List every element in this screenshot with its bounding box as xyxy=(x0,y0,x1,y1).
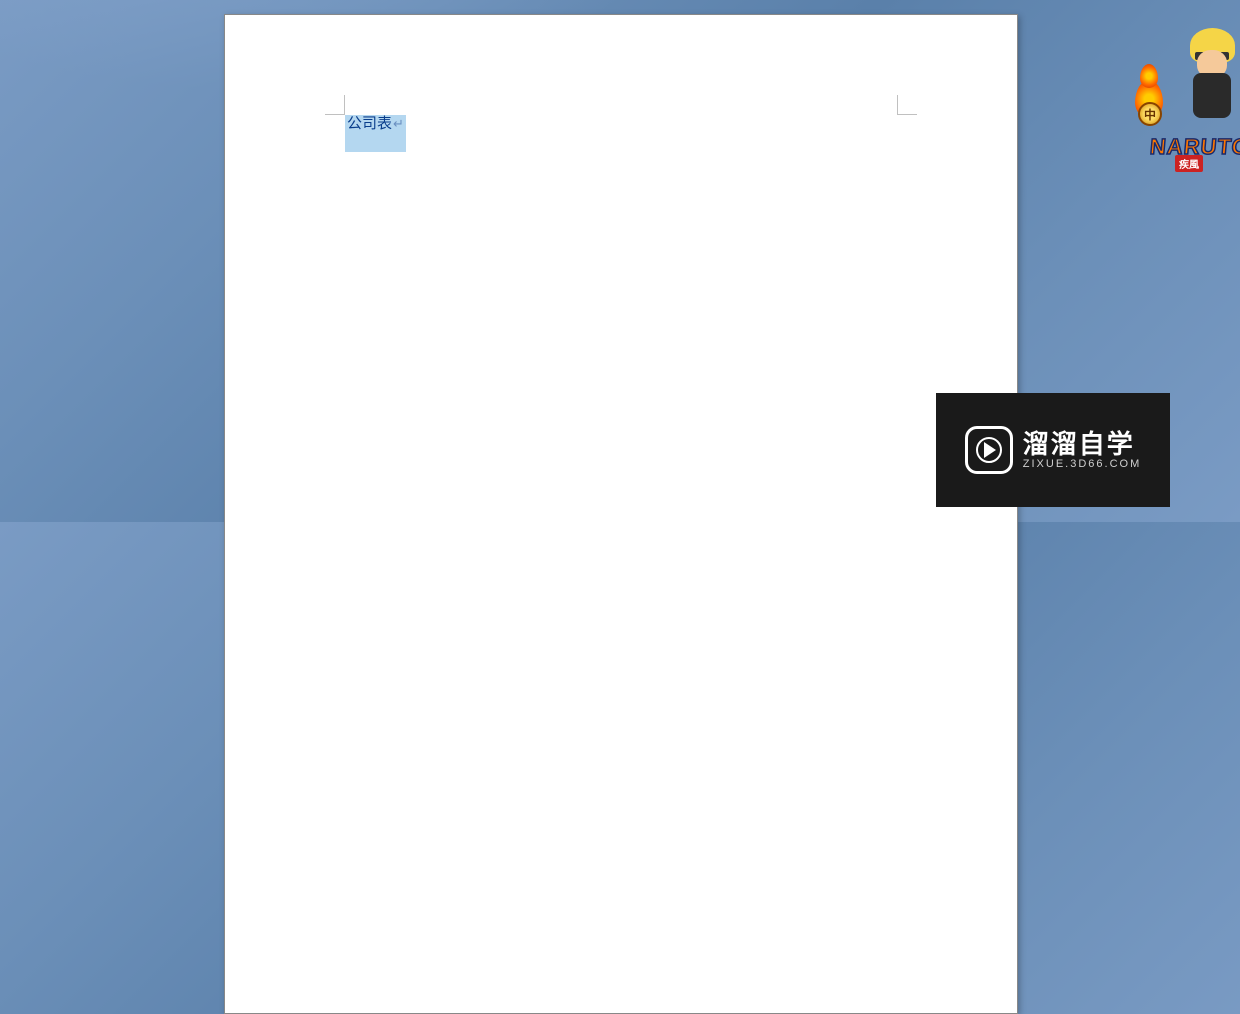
margin-guide-top-left xyxy=(325,95,345,115)
paragraph-mark-icon: ↵ xyxy=(393,116,404,131)
watermark-text-group: 溜溜自学 ZIXUE.3D66.COM xyxy=(1023,430,1141,471)
watermark-overlay: 溜溜自学 ZIXUE.3D66.COM xyxy=(936,393,1170,507)
margin-guide-top-right xyxy=(897,95,917,115)
character-artwork: 中 NARUTO 疾風 xyxy=(1130,18,1240,168)
anime-logo-text: NARUTO xyxy=(1149,134,1240,160)
badge-icon: 中 xyxy=(1138,102,1162,126)
watermark-title: 溜溜自学 xyxy=(1023,430,1141,459)
watermark-url: ZIXUE.3D66.COM xyxy=(1023,458,1141,470)
document-text[interactable]: 公司表 xyxy=(347,115,392,132)
anime-subtitle: 疾風 xyxy=(1175,155,1203,172)
flame-effect xyxy=(1130,58,1240,138)
watermark-logo-icon xyxy=(965,426,1013,474)
selected-text-block[interactable]: 公司表↵ xyxy=(345,115,406,152)
character-body xyxy=(1175,28,1240,128)
document-page[interactable]: 公司表↵ xyxy=(224,14,1018,1014)
